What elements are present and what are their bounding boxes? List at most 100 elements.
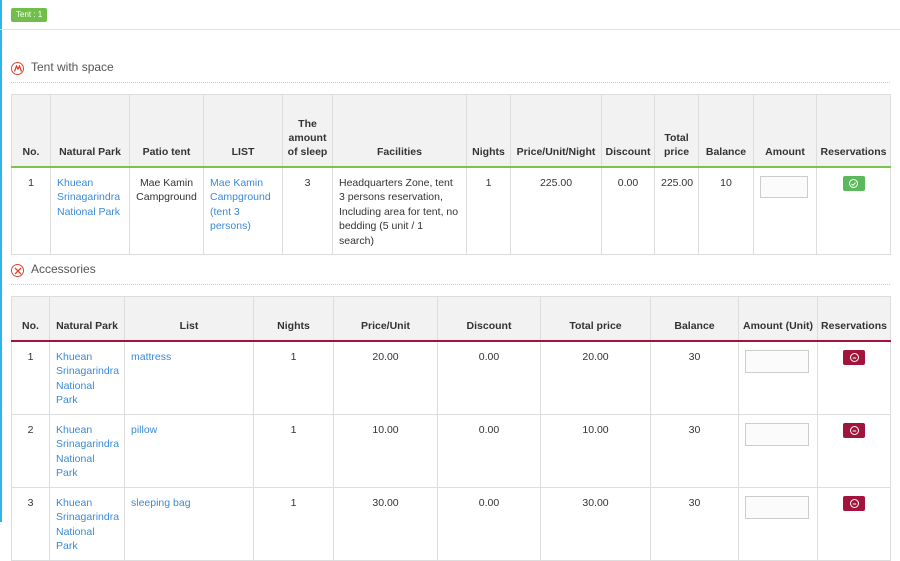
col-list: LIST: [203, 94, 283, 168]
tent-count-badge: Tent : 1: [11, 8, 48, 22]
park-link-text[interactable]: Khuean Srinagarindra National Park: [56, 497, 119, 553]
remove-button[interactable]: [843, 496, 865, 511]
total-value: 10.00: [540, 413, 651, 488]
discount-value: 0.00: [437, 340, 541, 415]
col-amount: Amount: [753, 94, 817, 168]
table-row: 3 Khuean Srinagarindra National Park sle…: [11, 486, 891, 561]
park-link[interactable]: Khuean Srinagarindra National Park: [49, 486, 125, 561]
park-link[interactable]: Khuean Srinagarindra National Park: [49, 340, 125, 415]
acc-col-total-price: Total price: [540, 296, 651, 342]
park-link[interactable]: Khuean Srinagarindra National Park: [50, 166, 130, 255]
col-price-unit-night: Price/Unit/Night: [510, 94, 602, 168]
acc-col-no: No.: [11, 296, 50, 342]
nights-value: 1: [253, 486, 334, 561]
row-no: 2: [11, 413, 50, 488]
item-link[interactable]: pillow: [124, 413, 254, 488]
col-amount-of-sleep: The amount of sleep: [282, 94, 333, 168]
list-link-text[interactable]: Mae Kamin Campground (tent 3 persons): [210, 177, 271, 233]
list-link[interactable]: Mae Kamin Campground (tent 3 persons): [203, 166, 283, 255]
minus-circle-icon: [849, 353, 859, 362]
minus-circle-icon: [849, 426, 859, 435]
total-value: 30.00: [540, 486, 651, 561]
amount-cell: [738, 340, 818, 415]
amount-input[interactable]: [745, 349, 809, 373]
nights-value: 1: [253, 413, 334, 488]
amount-cell: [753, 166, 817, 255]
remove-button[interactable]: [843, 423, 865, 438]
row-no: 3: [11, 486, 50, 561]
remove-button[interactable]: [843, 350, 865, 365]
left-accent-bar: [0, 0, 2, 522]
minus-circle-icon: [849, 499, 859, 508]
discount-value: 0.00: [601, 166, 655, 255]
balance-value: 10: [698, 166, 754, 255]
item-link[interactable]: sleeping bag: [124, 486, 254, 561]
amount-input[interactable]: [760, 175, 808, 198]
col-natural-park: Natural Park: [50, 94, 130, 168]
acc-col-nights: Nights: [253, 296, 334, 342]
amount-input[interactable]: [745, 422, 809, 446]
park-link-text[interactable]: Khuean Srinagarindra National Park: [56, 351, 119, 407]
table-row: 1 Khuean Srinagarindra National Park mat…: [11, 340, 891, 415]
reservation-cell: [816, 166, 891, 255]
top-bar: Tent : 1: [0, 0, 900, 30]
col-balance: Balance: [698, 94, 754, 168]
acc-col-natural-park: Natural Park: [49, 296, 125, 342]
col-nights: Nights: [466, 94, 511, 168]
accessories-section-heading: Accessories: [11, 260, 890, 285]
acc-col-reservations: Reservations: [817, 296, 891, 342]
accessories-table: No. Natural Park List Nights Price/Unit …: [11, 296, 891, 561]
sleep-count: 3: [282, 166, 333, 255]
reserve-button[interactable]: [842, 176, 865, 191]
tent-section-heading: Tent with space: [11, 58, 890, 83]
patio-tent: Mae Kamin Campground: [129, 166, 204, 255]
accessories-section-title: Accessories: [31, 262, 96, 276]
nights-value: 1: [466, 166, 511, 255]
item-link-text[interactable]: sleeping bag: [131, 497, 191, 509]
item-link-text[interactable]: pillow: [131, 424, 157, 436]
col-total-price: Total price: [654, 94, 699, 168]
nights-value: 1: [253, 340, 334, 415]
reservation-cell: [817, 340, 891, 415]
balance-value: 30: [650, 486, 739, 561]
discount-value: 0.00: [437, 486, 541, 561]
price-value: 20.00: [333, 340, 438, 415]
acc-col-price-unit: Price/Unit: [333, 296, 438, 342]
row-no: 1: [11, 340, 50, 415]
reservation-cell: [817, 486, 891, 561]
park-link-text[interactable]: Khuean Srinagarindra National Park: [56, 424, 119, 480]
acc-col-balance: Balance: [650, 296, 739, 342]
park-link[interactable]: Khuean Srinagarindra National Park: [49, 413, 125, 488]
acc-col-list: List: [124, 296, 254, 342]
table-row: 2 Khuean Srinagarindra National Park pil…: [11, 413, 891, 488]
park-link-text[interactable]: Khuean Srinagarindra National Park: [57, 177, 120, 218]
table-row: 1 Khuean Srinagarindra National Park Mae…: [11, 166, 891, 255]
item-link[interactable]: mattress: [124, 340, 254, 415]
balance-value: 30: [650, 413, 739, 488]
tools-icon: [11, 264, 24, 277]
balance-value: 30: [650, 340, 739, 415]
col-no: No.: [11, 94, 51, 168]
col-facilities: Facilities: [332, 94, 467, 168]
amount-cell: [738, 486, 818, 561]
col-patio-tent: Patio tent: [129, 94, 204, 168]
col-discount: Discount: [601, 94, 655, 168]
total-value: 20.00: [540, 340, 651, 415]
tent-table: No. Natural Park Patio tent LIST The amo…: [11, 94, 891, 255]
tent-icon: [11, 62, 24, 75]
acc-col-amount-unit: Amount (Unit): [738, 296, 818, 342]
amount-input[interactable]: [745, 495, 809, 519]
price-value: 30.00: [333, 486, 438, 561]
check-circle-icon: [849, 179, 858, 188]
price-value: 225.00: [510, 166, 602, 255]
row-no: 1: [11, 166, 51, 255]
discount-value: 0.00: [437, 413, 541, 488]
tent-section-title: Tent with space: [31, 60, 114, 74]
col-reservations: Reservations: [816, 94, 891, 168]
total-value: 225.00: [654, 166, 699, 255]
price-value: 10.00: [333, 413, 438, 488]
item-link-text[interactable]: mattress: [131, 351, 171, 363]
amount-cell: [738, 413, 818, 488]
facilities-text: Headquarters Zone, tent 3 persons reserv…: [332, 166, 467, 255]
reservation-cell: [817, 413, 891, 488]
